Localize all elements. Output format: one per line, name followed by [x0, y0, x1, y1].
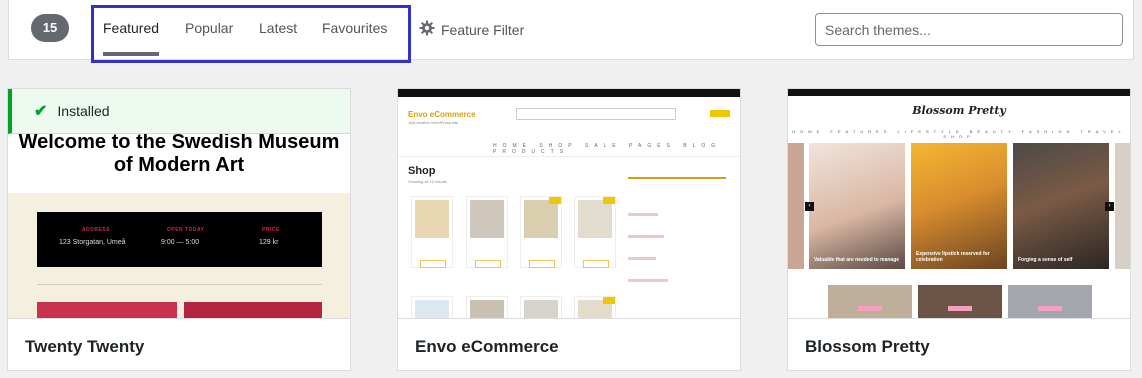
- info-value: 9:00 — 5:00: [161, 239, 200, 246]
- preview-product: [520, 296, 562, 318]
- theme-name: Twenty Twenty: [25, 337, 145, 356]
- tabs-highlight-box: [91, 5, 411, 63]
- preview-slide: Valuable that are needed to manage: [809, 143, 905, 269]
- preview-nav: HOME SHOP SALE PAGES BLOG PRODUCTS: [493, 143, 722, 155]
- info-value: 123 Storgatan, Umeå: [59, 239, 126, 246]
- theme-name: Envo eCommerce: [415, 337, 559, 356]
- theme-filter-bar: 15 Featured Popular Latest Favourites Fe…: [8, 0, 1134, 63]
- preview-thumbnail: [918, 285, 1002, 318]
- preview-slide: Expensive lipstick reserved for celebrat…: [911, 143, 1007, 269]
- theme-screenshot[interactable]: Blossom Pretty HOME FEATURES LIFESTYLE B…: [788, 89, 1130, 318]
- slide-caption: Valuable that are needed to manage: [814, 257, 900, 263]
- chevron-left-icon: ‹: [805, 202, 814, 211]
- preview-thumbnail: [1008, 285, 1092, 318]
- theme-card-blossom-pretty[interactable]: Blossom Pretty HOME FEATURES LIFESTYLE B…: [787, 88, 1131, 371]
- preview-image-block: [184, 302, 322, 318]
- feature-filter-button[interactable]: Feature Filter: [419, 20, 524, 39]
- theme-name-bar[interactable]: Blossom Pretty: [788, 318, 1130, 370]
- preview-page-title: Shop: [408, 165, 436, 177]
- gear-icon: [419, 20, 435, 39]
- theme-card-envo-ecommerce[interactable]: Envo eCommerce Just another WordPress si…: [397, 88, 741, 371]
- theme-screenshot[interactable]: ✔ Installed Welcome to the Swedish Museu…: [8, 89, 350, 318]
- info-value: 129 kr: [259, 239, 279, 246]
- preview-logo: Blossom Pretty: [912, 104, 1006, 117]
- theme-screenshot[interactable]: Envo eCommerce Just another WordPress si…: [398, 89, 740, 318]
- chevron-right-icon: ›: [1105, 202, 1114, 211]
- check-icon: ✔: [34, 103, 48, 120]
- preview-sidebar: [628, 175, 732, 315]
- preview-product: [520, 196, 562, 268]
- preview-info-box: ADDRESS 123 Storgatan, Umeå OPEN TODAY 9…: [37, 212, 322, 267]
- installed-notice: ✔ Installed: [8, 89, 350, 134]
- preview-slide: Forging a sense of self: [1013, 143, 1109, 269]
- preview-product: [574, 196, 616, 268]
- preview-tagline: Just another WordPress site: [408, 120, 459, 125]
- preview-brand: Envo eCommerce: [408, 110, 476, 119]
- slide-caption: Forging a sense of self: [1018, 257, 1073, 263]
- preview-nav: HOME FEATURES LIFESTYLE BEAUTY FASHION T…: [792, 129, 1126, 139]
- preview-product: [466, 296, 508, 318]
- theme-name: Blossom Pretty: [805, 337, 930, 356]
- preview-product: [574, 296, 616, 318]
- info-label: OPEN TODAY: [167, 227, 205, 233]
- preview-heading: Welcome to the Swedish Museum of Modern …: [18, 131, 340, 176]
- info-label: ADDRESS: [82, 227, 110, 233]
- theme-name-bar[interactable]: Envo eCommerce: [398, 318, 740, 370]
- search-themes-input[interactable]: [815, 13, 1123, 46]
- preview-image-block: [37, 302, 177, 318]
- preview-product: [411, 296, 453, 318]
- preview-product: [466, 196, 508, 268]
- theme-card-twenty-twenty[interactable]: ✔ Installed Welcome to the Swedish Museu…: [7, 88, 351, 371]
- preview-thumbnail: [828, 285, 912, 318]
- preview-results: Showing all 12 results: [408, 179, 447, 184]
- feature-filter-label: Feature Filter: [441, 21, 525, 38]
- preview-cart: [710, 110, 730, 117]
- preview-product: [411, 196, 453, 268]
- preview-search: [516, 108, 676, 120]
- theme-count-badge: 15: [31, 14, 69, 42]
- slide-caption: Expensive lipstick reserved for celebrat…: [916, 251, 990, 263]
- installed-label: Installed: [57, 103, 110, 119]
- info-label: PRICE: [262, 227, 280, 233]
- theme-name-bar[interactable]: Twenty Twenty: [8, 318, 350, 370]
